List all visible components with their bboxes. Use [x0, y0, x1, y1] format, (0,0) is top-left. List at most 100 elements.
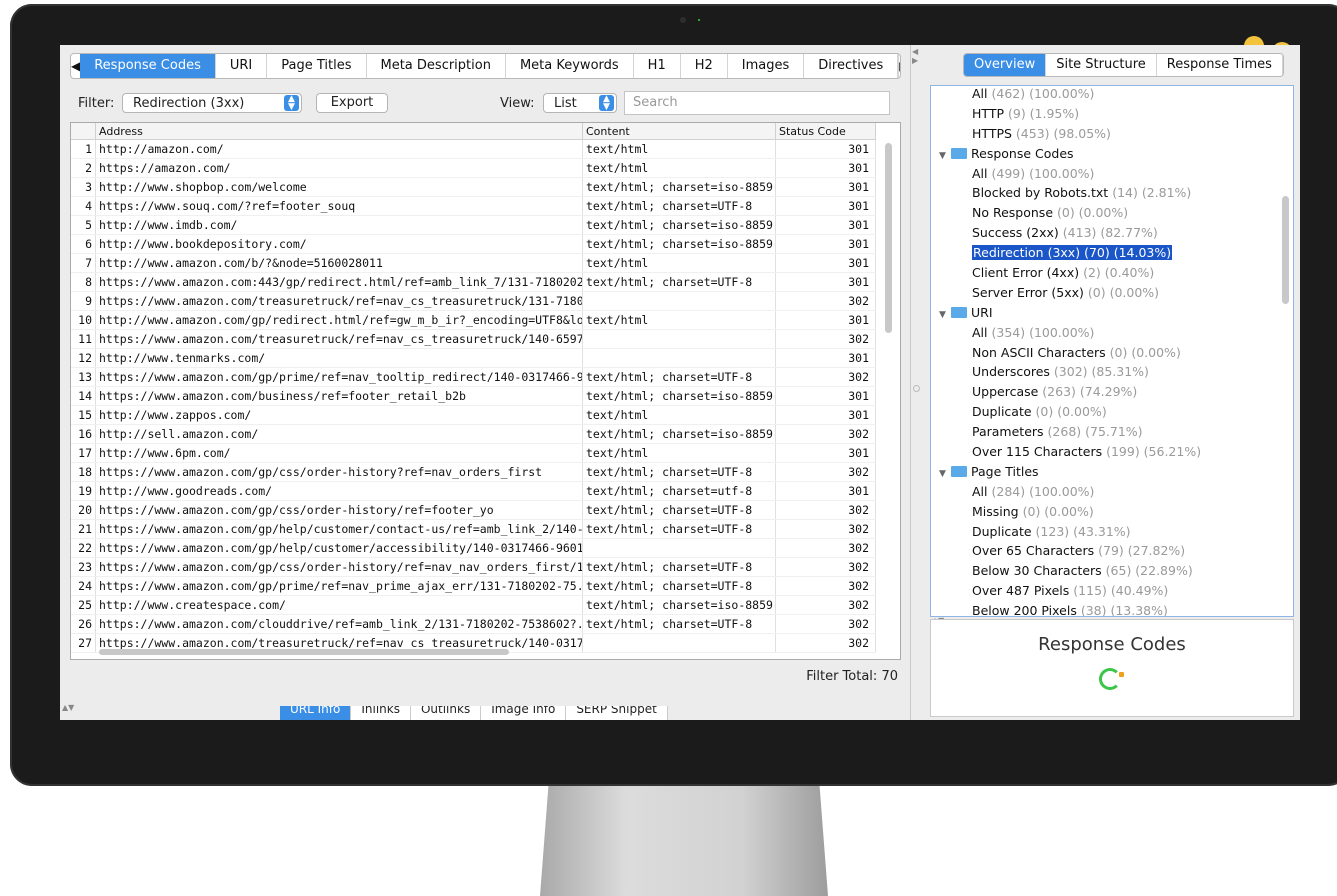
tab-h1[interactable]: H1	[634, 54, 681, 78]
table-row[interactable]: 14 https://www.amazon.com/business/ref=fo…	[71, 386, 876, 406]
tab-url-info[interactable]: URL Info	[280, 706, 352, 720]
content-cell	[582, 291, 776, 311]
table-row[interactable]: 4 https://www.souq.com/?ref=footer_souq te…	[71, 196, 876, 216]
tree-item-label: Underscores	[972, 364, 1050, 380]
content-cell: text/html	[582, 405, 776, 425]
resize-arrows-icon[interactable]: ▲▼	[62, 703, 74, 712]
tab-overview[interactable]: Overview	[964, 54, 1047, 76]
tree-item[interactable]: All (284) (100.00%)	[931, 484, 1293, 504]
column-header-address[interactable]: Address	[95, 123, 583, 140]
content-cell: text/html; charset=UTF-8	[582, 462, 776, 482]
tree-item[interactable]: Underscores (302) (85.31%)	[931, 364, 1293, 384]
tab-page-titles[interactable]: Page Titles	[267, 54, 367, 78]
tab-response-times[interactable]: Response Times	[1157, 54, 1283, 76]
tree-item[interactable]: Non ASCII Characters (0) (0.00%)	[931, 345, 1293, 365]
table-row[interactable]: 3 http://www.shopbop.com/welcome text/html…	[71, 177, 876, 197]
table-row[interactable]: 5 http://www.imdb.com/text/html; charset=…	[71, 215, 876, 235]
table-row[interactable]: 1 http://amazon.com/text/html 301	[71, 139, 876, 159]
table-row[interactable]: 21 https://www.amazon.com/gp/help/custome…	[71, 519, 876, 539]
tab-images[interactable]: Images	[728, 54, 805, 78]
tree-item[interactable]: Success (2xx) (413) (82.77%)	[931, 225, 1293, 245]
search-input[interactable]: Search	[624, 91, 890, 115]
tree-item[interactable]: All (462) (100.00%)	[931, 86, 1293, 106]
tab-scroll-left-icon[interactable]: ◀	[71, 54, 80, 78]
table-row[interactable]: 2 https://amazon.com/text/html 301	[71, 158, 876, 178]
table-row[interactable]: 11 https://www.amazon.com/treasuretruck/r…	[71, 329, 876, 349]
disclosure-triangle-icon[interactable]: ▼	[939, 310, 951, 320]
tab-inlinks[interactable]: Inlinks	[351, 706, 411, 720]
table-row[interactable]: 16 http://sell.amazon.com/text/html; char…	[71, 424, 876, 444]
table-row[interactable]: 13 https://www.amazon.com/gp/prime/ref=na…	[71, 367, 876, 387]
row-number: 8	[71, 272, 96, 292]
tab-scroll-right-icon[interactable]: ▶	[898, 54, 900, 78]
tab-site-structure[interactable]: Site Structure	[1046, 54, 1157, 76]
tab-h2[interactable]: H2	[681, 54, 728, 78]
tree-item[interactable]: Over 487 Pixels (115) (40.49%)	[931, 583, 1293, 603]
table-row[interactable]: 22 https://www.amazon.com/gp/help/custome…	[71, 538, 876, 558]
table-row[interactable]: 12 http://www.tenmarks.com/301	[71, 348, 876, 368]
tab-meta-description[interactable]: Meta Description	[367, 54, 506, 78]
column-header-status-code[interactable]: Status Code	[775, 123, 876, 140]
tree-item[interactable]: Over 65 Characters (79) (27.82%)	[931, 543, 1293, 563]
table-row[interactable]: 7 http://www.amazon.com/b/?&node=51600280…	[71, 253, 876, 273]
tree-vertical-scrollbar[interactable]	[1282, 196, 1289, 304]
tree-item[interactable]: All (499) (100.00%)	[931, 166, 1293, 186]
table-row[interactable]: 18 https://www.amazon.com/gp/css/order-hi…	[71, 462, 876, 482]
tree-item[interactable]: Below 30 Characters (65) (22.89%)	[931, 563, 1293, 583]
tree-item[interactable]: Over 115 Characters (199) (56.21%)	[931, 444, 1293, 464]
address-cell: http://www.6pm.com/	[95, 443, 583, 463]
tree-list: All (462) (100.00%) HTTP (9) (1.95%) HTTPS…	[931, 86, 1293, 616]
tree-item[interactable]: Duplicate (123) (43.31%)	[931, 524, 1293, 544]
view-select[interactable]: List ▲ ▼	[543, 93, 617, 113]
table-row[interactable]: 26 https://www.amazon.com/clouddrive/ref=…	[71, 614, 876, 634]
filter-bar: Filter: Redirection (3xx) ▲ ▼ Export View…	[78, 91, 893, 117]
tree-item[interactable]: Uppercase (263) (74.29%)	[931, 384, 1293, 404]
disclosure-triangle-icon[interactable]: ▼	[939, 469, 951, 479]
table-row[interactable]: 10 http://www.amazon.com/gp/redirect.html…	[71, 310, 876, 330]
tree-item[interactable]: Server Error (5xx) (0) (0.00%)	[931, 285, 1293, 305]
tree-item[interactable]: Duplicate (0) (0.00%)	[931, 404, 1293, 424]
tab-directives[interactable]: Directives	[804, 54, 899, 78]
splitter-arrows-icon[interactable]: ◀ ▶	[912, 47, 918, 65]
tab-outlinks[interactable]: Outlinks	[410, 706, 482, 720]
tree-item[interactable]: All (354) (100.00%)	[931, 325, 1293, 345]
table-row[interactable]: 9 https://www.amazon.com/treasuretruck/re…	[71, 291, 876, 311]
tree-item[interactable]: Parameters (268) (75.71%)	[931, 424, 1293, 444]
splitter-handle[interactable]	[913, 385, 920, 392]
disclosure-triangle-icon[interactable]: ▼	[939, 151, 951, 161]
address-cell: https://www.amazon.com/gp/help/customer/…	[95, 538, 583, 558]
table-row[interactable]: 19 http://www.goodreads.com/text/html; ch…	[71, 481, 876, 501]
tab-response-codes[interactable]: Response Codes	[80, 54, 216, 78]
tab-meta-keywords[interactable]: Meta Keywords	[506, 54, 634, 78]
export-button[interactable]: Export	[316, 93, 388, 113]
table-row[interactable]: 8 https://www.amazon.com:443/gp/redirect.…	[71, 272, 876, 292]
table-row[interactable]: 6 http://www.bookdepository.com/text/html…	[71, 234, 876, 254]
right-tab-bar: Overview Site Structure Response Times	[963, 53, 1284, 77]
tree-item[interactable]: Below 200 Pixels (38) (13.38%)	[931, 603, 1293, 616]
tree-item[interactable]: HTTPS (453) (98.05%)	[931, 126, 1293, 146]
tree-group[interactable]: ▼ URI	[931, 305, 1293, 325]
table-row[interactable]: 24 https://www.amazon.com/gp/prime/ref=na…	[71, 576, 876, 596]
tab-image-info[interactable]: Image Info	[481, 706, 567, 720]
tree-item[interactable]: Client Error (4xx) (2) (0.40%)	[931, 265, 1293, 285]
tree-group[interactable]: ▼ Response Codes	[931, 146, 1293, 166]
tab-uri[interactable]: URI	[216, 54, 268, 78]
tree-item[interactable]: Missing (0) (0.00%)	[931, 504, 1293, 524]
table-vertical-scrollbar[interactable]	[885, 143, 892, 333]
table-row[interactable]: 17 http://www.6pm.com/text/html 301	[71, 443, 876, 463]
table-row[interactable]: 25 http://www.createspace.com/text/html; …	[71, 595, 876, 615]
table-row[interactable]: 23 https://www.amazon.com/gp/css/order-hi…	[71, 557, 876, 577]
tree-item-count: (413) (82.77%)	[1062, 225, 1158, 241]
tree-item[interactable]: HTTP (9) (1.95%)	[931, 106, 1293, 126]
tree-item[interactable]: Blocked by Robots.txt (14) (2.81%)	[931, 185, 1293, 205]
table-horizontal-scrollbar[interactable]	[99, 649, 509, 655]
table-row[interactable]: 15 http://www.zappos.com/text/html 301	[71, 405, 876, 425]
filter-select[interactable]: Redirection (3xx) ▲ ▼	[122, 93, 302, 113]
tree-item[interactable]: No Response (0) (0.00%)	[931, 205, 1293, 225]
table-row[interactable]: 20 https://www.amazon.com/gp/css/order-hi…	[71, 500, 876, 520]
tab-serp-snippet[interactable]: SERP Snippet	[566, 706, 668, 720]
tree-item[interactable]: Redirection (3xx) (70) (14.03%)	[931, 245, 1293, 265]
column-header-content[interactable]: Content	[582, 123, 776, 140]
tree-group[interactable]: ▼ Page Titles	[931, 464, 1293, 484]
row-number: 15	[71, 405, 96, 425]
